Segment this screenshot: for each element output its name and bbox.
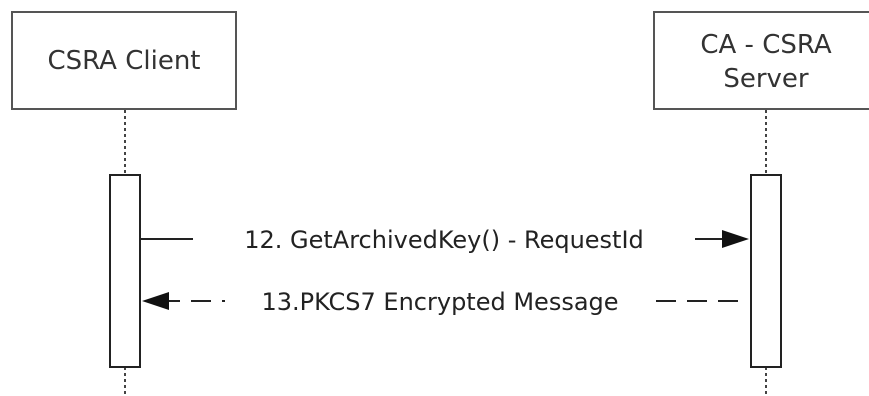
message-12-label: 12. GetArchivedKey() - RequestId xyxy=(244,226,644,254)
message-13-arrowhead xyxy=(142,292,169,310)
message-12-arrowhead xyxy=(722,230,749,248)
server-activation-bar xyxy=(750,174,782,368)
participant-server-label-line1: CA - CSRA xyxy=(700,30,832,60)
message-13: 13.PKCS7 Encrypted Message xyxy=(142,282,738,320)
participant-client-label: CSRA Client xyxy=(48,46,201,76)
message-12: 12. GetArchivedKey() - RequestId xyxy=(141,220,749,258)
sequence-diagram: CSRA Client CA - CSRA Server 12. GetArch… xyxy=(11,11,869,396)
message-13-label: 13.PKCS7 Encrypted Message xyxy=(261,288,618,316)
participant-server: CA - CSRA Server xyxy=(653,11,869,110)
participant-server-box xyxy=(653,11,869,110)
participant-server-label-line2: Server xyxy=(723,64,809,94)
client-activation-bar xyxy=(109,174,141,368)
participant-client: CSRA Client xyxy=(11,11,237,110)
